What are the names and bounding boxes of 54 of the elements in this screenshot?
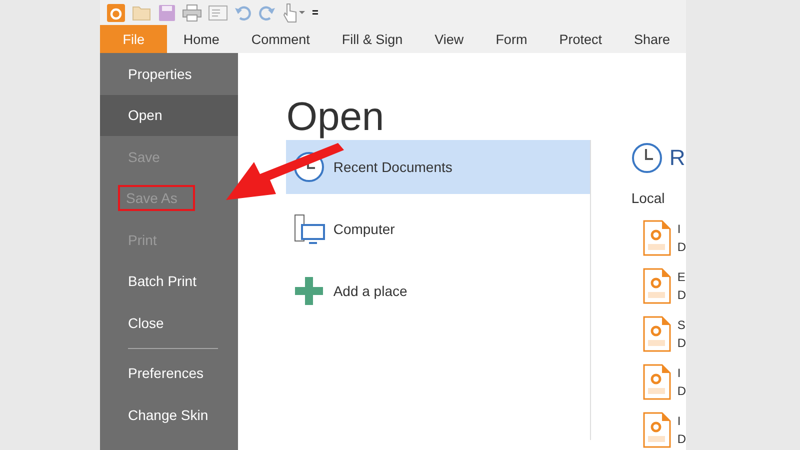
file-name[interactable]: I bbox=[677, 220, 686, 238]
file-name[interactable]: S bbox=[677, 316, 686, 334]
plus-icon bbox=[293, 275, 326, 307]
file-path: D bbox=[677, 431, 686, 448]
menu-item[interactable]: Batch Print bbox=[100, 260, 238, 302]
menu-item[interactable]: Close bbox=[100, 302, 238, 344]
place-label: Computer bbox=[333, 221, 395, 237]
pdf-file-icon bbox=[643, 364, 672, 400]
ribbon-tab[interactable]: View bbox=[418, 25, 480, 53]
place-label: Recent Documents bbox=[333, 159, 452, 175]
app-logo-icon[interactable] bbox=[106, 2, 126, 22]
place-item[interactable]: Recent Documents bbox=[286, 140, 590, 194]
pdf-file-icon bbox=[643, 220, 672, 256]
envelope-icon[interactable] bbox=[208, 4, 228, 20]
computer-icon bbox=[293, 213, 326, 245]
menu-item-label: Batch Print bbox=[128, 273, 196, 290]
section-title: R bbox=[669, 145, 686, 171]
ribbon-tab[interactable]: Protect bbox=[543, 25, 618, 53]
menu-item[interactable]: Properties bbox=[100, 53, 238, 94]
menu-item-label: Preferences bbox=[128, 365, 204, 382]
file-path: D bbox=[677, 239, 686, 256]
menu-item[interactable]: Open bbox=[100, 94, 238, 136]
file-path: D bbox=[677, 383, 686, 400]
menu-item-label: Open bbox=[128, 107, 162, 124]
file-path: D bbox=[677, 287, 686, 304]
menu-item[interactable]: Change Skin bbox=[100, 394, 238, 436]
menu-item[interactable]: Preferences bbox=[100, 352, 238, 394]
pdf-file-icon bbox=[643, 316, 672, 352]
group-label: Local bbox=[631, 190, 666, 206]
undo-icon[interactable] bbox=[234, 4, 252, 22]
file-name[interactable]: I bbox=[677, 412, 686, 430]
ribbon-tab[interactable]: Form bbox=[480, 25, 544, 53]
file-path: D bbox=[677, 335, 686, 352]
redo-icon[interactable] bbox=[258, 4, 276, 22]
printer-icon[interactable] bbox=[182, 4, 202, 22]
menu-item-label: Close bbox=[128, 314, 164, 331]
ribbon-tab[interactable]: Comment bbox=[235, 25, 326, 53]
place-label: Add a place bbox=[333, 283, 408, 299]
ribbon-tab[interactable]: Fill & Sign bbox=[326, 25, 419, 53]
menu-item-label: Properties bbox=[128, 66, 192, 82]
pdf-file-icon bbox=[643, 268, 672, 304]
place-item[interactable]: Computer bbox=[286, 202, 590, 256]
page-title: Open bbox=[286, 95, 386, 140]
file-name[interactable]: E bbox=[677, 268, 686, 286]
toolbar-overflow-icon[interactable]: = bbox=[312, 6, 318, 18]
menu-item-label: Change Skin bbox=[128, 406, 208, 423]
ribbon-tab[interactable]: Share bbox=[618, 25, 686, 53]
folder-icon[interactable] bbox=[132, 4, 152, 22]
hand-pointer-icon[interactable] bbox=[282, 2, 306, 22]
file-name[interactable]: I bbox=[677, 364, 686, 382]
save-icon[interactable] bbox=[158, 4, 176, 22]
clock-icon bbox=[631, 142, 664, 174]
ribbon-tab[interactable]: Home bbox=[167, 25, 236, 53]
place-item[interactable]: Add a place bbox=[286, 264, 590, 318]
